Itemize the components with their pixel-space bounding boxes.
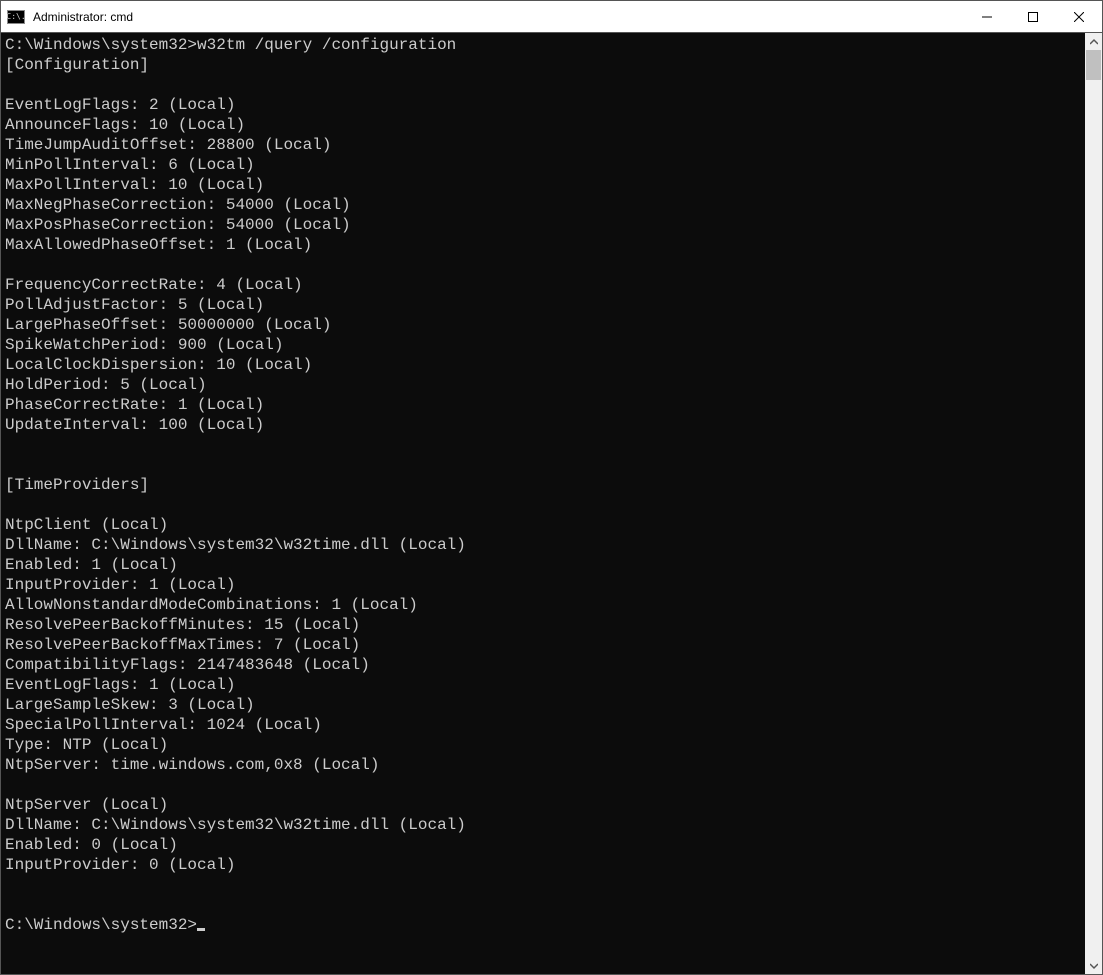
minimize-button[interactable] xyxy=(964,1,1010,32)
close-button[interactable] xyxy=(1056,1,1102,32)
output-line: MaxAllowedPhaseOffset: 1 (Local) xyxy=(5,236,312,254)
section-header: [Configuration] xyxy=(5,56,149,74)
window-controls xyxy=(964,1,1102,32)
cmd-window: C:\. Administrator: cmd C:\Windows\syste… xyxy=(0,0,1103,975)
cmd-icon: C:\. xyxy=(7,10,25,24)
output-line: DllName: C:\Windows\system32\w32time.dll… xyxy=(5,816,466,834)
window-title: Administrator: cmd xyxy=(33,10,964,24)
output-line: SpecialPollInterval: 1024 (Local) xyxy=(5,716,322,734)
output-line: InputProvider: 1 (Local) xyxy=(5,576,235,594)
output-line: HoldPeriod: 5 (Local) xyxy=(5,376,207,394)
output-line: PollAdjustFactor: 5 (Local) xyxy=(5,296,264,314)
output-line: MaxNegPhaseCorrection: 54000 (Local) xyxy=(5,196,351,214)
maximize-button[interactable] xyxy=(1010,1,1056,32)
output-line: AllowNonstandardModeCombinations: 1 (Loc… xyxy=(5,596,418,614)
output-line: MaxPosPhaseCorrection: 54000 (Local) xyxy=(5,216,351,234)
output-line: InputProvider: 0 (Local) xyxy=(5,856,235,874)
vertical-scrollbar[interactable] xyxy=(1085,33,1102,974)
output-line: ResolvePeerBackoffMaxTimes: 7 (Local) xyxy=(5,636,360,654)
output-line: LocalClockDispersion: 10 (Local) xyxy=(5,356,312,374)
section-header: [TimeProviders] xyxy=(5,476,149,494)
prompt: C:\Windows\system32> xyxy=(5,916,197,934)
output-line: SpikeWatchPeriod: 900 (Local) xyxy=(5,336,283,354)
output-line: Enabled: 0 (Local) xyxy=(5,836,178,854)
command-text: w32tm /query /configuration xyxy=(197,36,456,54)
titlebar[interactable]: C:\. Administrator: cmd xyxy=(1,1,1102,33)
output-line: LargeSampleSkew: 3 (Local) xyxy=(5,696,255,714)
client-area: C:\Windows\system32>w32tm /query /config… xyxy=(1,33,1102,974)
cursor xyxy=(197,928,205,931)
scroll-up-button[interactable] xyxy=(1085,33,1102,50)
output-line: NtpClient (Local) xyxy=(5,516,168,534)
output-line: EventLogFlags: 1 (Local) xyxy=(5,676,235,694)
scroll-down-button[interactable] xyxy=(1085,957,1102,974)
output-line: AnnounceFlags: 10 (Local) xyxy=(5,116,245,134)
output-line: PhaseCorrectRate: 1 (Local) xyxy=(5,396,264,414)
output-line: MaxPollInterval: 10 (Local) xyxy=(5,176,264,194)
prompt: C:\Windows\system32> xyxy=(5,36,197,54)
output-line: UpdateInterval: 100 (Local) xyxy=(5,416,264,434)
output-line: NtpServer (Local) xyxy=(5,796,168,814)
output-line: DllName: C:\Windows\system32\w32time.dll… xyxy=(5,536,466,554)
output-line: CompatibilityFlags: 2147483648 (Local) xyxy=(5,656,370,674)
output-line: EventLogFlags: 2 (Local) xyxy=(5,96,235,114)
output-line: NtpServer: time.windows.com,0x8 (Local) xyxy=(5,756,379,774)
scroll-thumb[interactable] xyxy=(1086,50,1101,80)
output-line: MinPollInterval: 6 (Local) xyxy=(5,156,255,174)
terminal-output[interactable]: C:\Windows\system32>w32tm /query /config… xyxy=(1,33,1085,974)
output-line: LargePhaseOffset: 50000000 (Local) xyxy=(5,316,331,334)
output-line: Enabled: 1 (Local) xyxy=(5,556,178,574)
output-line: Type: NTP (Local) xyxy=(5,736,168,754)
output-line: ResolvePeerBackoffMinutes: 15 (Local) xyxy=(5,616,360,634)
output-line: TimeJumpAuditOffset: 28800 (Local) xyxy=(5,136,331,154)
output-line: FrequencyCorrectRate: 4 (Local) xyxy=(5,276,303,294)
